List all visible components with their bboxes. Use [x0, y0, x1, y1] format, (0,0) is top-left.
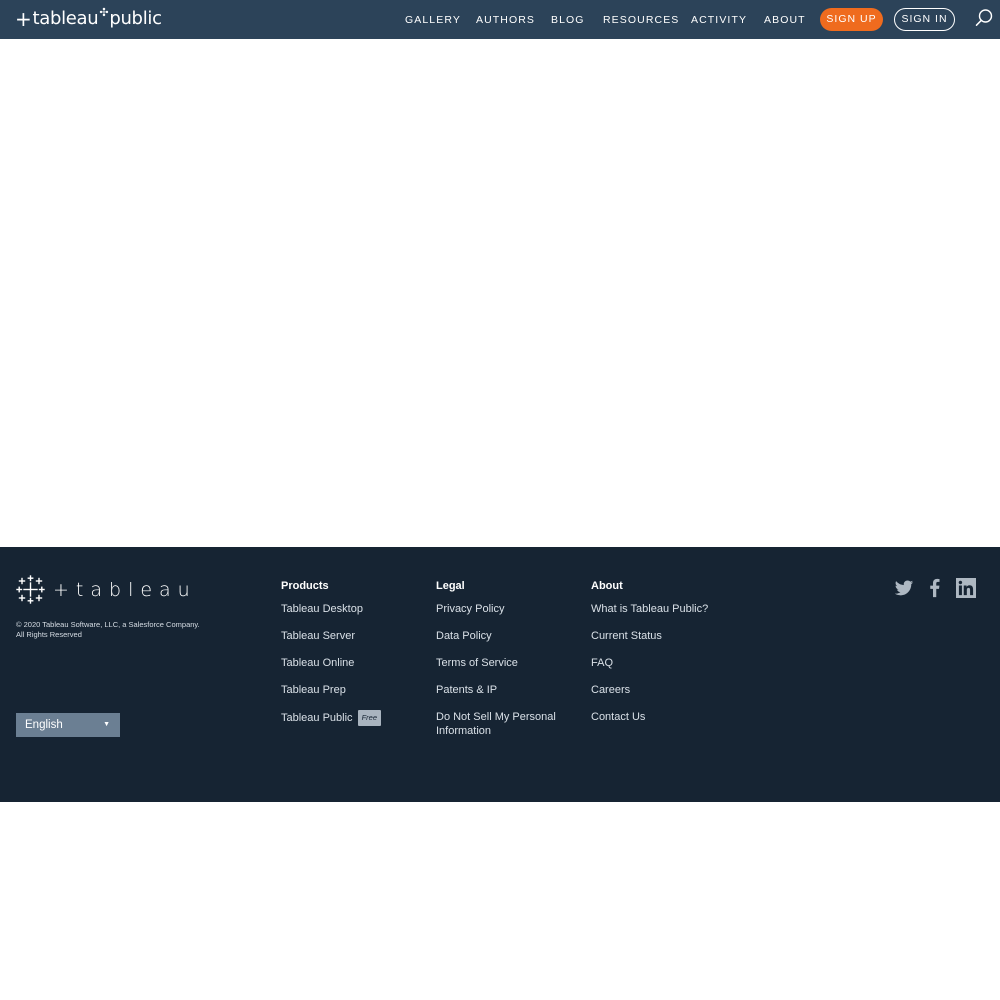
logo-text-tableau: tableau	[32, 8, 99, 29]
link-tableau-prep[interactable]: Tableau Prep	[281, 683, 421, 697]
link-tableau-server[interactable]: Tableau Server	[281, 629, 421, 643]
top-nav: + tableau ✣ public GALLERY AUTHORS BLOG …	[0, 0, 1000, 39]
linkedin-icon[interactable]	[956, 578, 976, 598]
copyright-line: © 2020 Tableau Software, LLC, a Salesfor…	[16, 620, 200, 629]
plus-logo-icon: +	[15, 6, 32, 31]
legal-heading: Legal	[436, 580, 465, 592]
link-tableau-public-row: Tableau Public Free	[281, 710, 421, 726]
footer-column-legal: Legal Privacy Policy Data Policy Terms o…	[436, 580, 576, 751]
link-terms-of-service[interactable]: Terms of Service	[436, 656, 576, 670]
nav-activity[interactable]: ACTIVITY	[691, 14, 747, 26]
nav-authors[interactable]: AUTHORS	[476, 14, 535, 26]
footer-column-about: About What is Tableau Public? Current St…	[591, 580, 751, 737]
link-current-status[interactable]: Current Status	[591, 629, 751, 643]
free-badge: Free	[357, 710, 381, 726]
link-contact-us[interactable]: Contact Us	[591, 710, 751, 724]
link-data-policy[interactable]: Data Policy	[436, 629, 576, 643]
sign-in-button[interactable]: SIGN IN	[894, 8, 955, 31]
footer-logo-word: tableau	[75, 578, 197, 601]
footer-logo-text: +tableau	[53, 579, 197, 601]
facebook-icon[interactable]	[925, 578, 945, 598]
link-patents-ip[interactable]: Patents & IP	[436, 683, 576, 697]
link-faq[interactable]: FAQ	[591, 656, 751, 670]
about-heading: About	[591, 580, 623, 592]
link-tableau-public[interactable]: Tableau Public	[281, 712, 353, 724]
language-value: English	[25, 719, 63, 731]
logo-text-public: public	[109, 8, 162, 29]
plus-glyph: +	[53, 578, 76, 601]
nav-gallery[interactable]: GALLERY	[405, 14, 461, 26]
copyright-text: © 2020 Tableau Software, LLC, a Salesfor…	[16, 620, 236, 640]
chevron-down-icon: ▼	[103, 721, 110, 728]
link-tableau-online[interactable]: Tableau Online	[281, 656, 421, 670]
link-tableau-desktop[interactable]: Tableau Desktop	[281, 602, 421, 616]
products-heading: Products	[281, 580, 329, 592]
rights-line: All Rights Reserved	[16, 630, 82, 639]
sparkle-logo-icon: ✣	[99, 6, 109, 19]
footer-tableau-logo[interactable]: +tableau	[16, 575, 197, 604]
language-select[interactable]: English ▼	[16, 713, 120, 737]
tableau-cross-logo-icon	[16, 575, 45, 604]
footer: +tableau © 2020 Tableau Software, LLC, a…	[0, 547, 1000, 802]
search-icon[interactable]	[974, 8, 994, 28]
twitter-icon[interactable]	[894, 578, 914, 598]
link-careers[interactable]: Careers	[591, 683, 751, 697]
main-content	[0, 39, 1000, 547]
link-do-not-sell[interactable]: Do Not Sell My Personal Information	[436, 710, 576, 738]
tableau-public-logo[interactable]: + tableau ✣ public	[15, 6, 162, 31]
nav-blog[interactable]: BLOG	[551, 14, 585, 26]
footer-column-products: Products Tableau Desktop Tableau Server …	[281, 580, 421, 739]
nav-resources[interactable]: RESOURCES	[603, 14, 679, 26]
link-privacy-policy[interactable]: Privacy Policy	[436, 602, 576, 616]
link-what-is-tableau-public[interactable]: What is Tableau Public?	[591, 602, 751, 616]
nav-about[interactable]: ABOUT	[764, 14, 806, 26]
sign-up-button[interactable]: SIGN UP	[820, 8, 883, 31]
